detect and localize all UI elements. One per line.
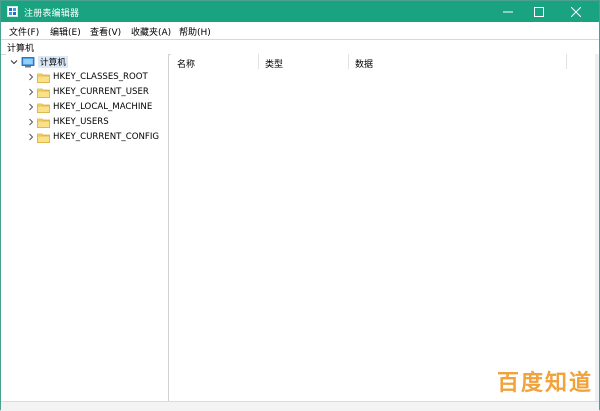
registry-editor-window: 注册表编辑器 文件(F) 编辑(E) 查看(V) 收藏夹(A) 帮助(H) 计算… xyxy=(0,0,600,411)
close-icon xyxy=(571,6,581,17)
menu-favorites[interactable]: 收藏夹(A) xyxy=(131,25,171,38)
value-list-pane[interactable]: 名称 类型 数据 xyxy=(171,54,597,401)
computer-icon xyxy=(21,56,35,67)
tree-node-hkcc[interactable]: HKEY_CURRENT_CONFIG xyxy=(26,130,159,144)
tree-label-hklm: HKEY_LOCAL_MACHINE xyxy=(53,102,153,112)
tree-node-hku[interactable]: HKEY_USERS xyxy=(26,115,109,129)
tree-node-hkcr[interactable]: HKEY_CLASSES_ROOT xyxy=(26,70,148,84)
address-path: 计算机 xyxy=(7,44,35,54)
tree-label-computer: 计算机 xyxy=(38,56,68,68)
folder-icon xyxy=(37,73,50,83)
column-header-name[interactable]: 名称 xyxy=(171,54,259,70)
folder-icon xyxy=(37,88,50,98)
folder-icon xyxy=(37,103,50,113)
tree-label-hkcc: HKEY_CURRENT_CONFIG xyxy=(53,132,160,142)
key-tree-pane[interactable]: 计算机 HKEY_CLASSES_ROOT HKEY_CURRENT_USER xyxy=(6,54,169,401)
folder-icon xyxy=(37,133,50,143)
window-title: 注册表编辑器 xyxy=(24,9,80,19)
chevron-right-icon[interactable] xyxy=(26,117,36,127)
menu-bar: 文件(F) 编辑(E) 查看(V) 收藏夹(A) 帮助(H) xyxy=(1,22,599,39)
title-bar[interactable]: 注册表编辑器 xyxy=(1,1,599,22)
menu-file[interactable]: 文件(F) xyxy=(9,25,39,38)
chevron-right-icon[interactable] xyxy=(26,102,36,112)
address-bar[interactable]: 计算机 xyxy=(1,39,599,55)
column-header-type[interactable]: 类型 xyxy=(259,54,349,70)
tree-label-hkcr: HKEY_CLASSES_ROOT xyxy=(53,72,148,82)
tree-node-hkcu[interactable]: HKEY_CURRENT_USER xyxy=(26,85,149,99)
registry-editor-icon xyxy=(7,6,18,17)
minimize-icon xyxy=(503,11,513,12)
column-header-data[interactable]: 数据 xyxy=(349,54,567,70)
chevron-right-icon[interactable] xyxy=(26,72,36,82)
menu-help[interactable]: 帮助(H) xyxy=(179,25,211,38)
vertical-scrollbar[interactable] xyxy=(595,54,599,401)
close-button[interactable] xyxy=(561,1,591,22)
menu-edit[interactable]: 编辑(E) xyxy=(50,25,81,38)
watermark-logo: 百度知道 xyxy=(496,371,593,396)
tree-label-hku: HKEY_USERS xyxy=(53,117,109,127)
chevron-right-icon[interactable] xyxy=(26,87,36,97)
tree-node-computer[interactable]: 计算机 xyxy=(9,55,68,69)
folder-icon xyxy=(37,118,50,128)
tree-node-hklm[interactable]: HKEY_LOCAL_MACHINE xyxy=(26,100,152,114)
minimize-button[interactable] xyxy=(493,1,523,22)
tree-label-hkcu: HKEY_CURRENT_USER xyxy=(53,87,149,97)
maximize-button[interactable] xyxy=(524,1,554,22)
chevron-right-icon[interactable] xyxy=(26,132,36,142)
chevron-down-icon[interactable] xyxy=(9,57,19,67)
maximize-icon xyxy=(534,6,544,17)
menu-view[interactable]: 查看(V) xyxy=(90,25,121,38)
